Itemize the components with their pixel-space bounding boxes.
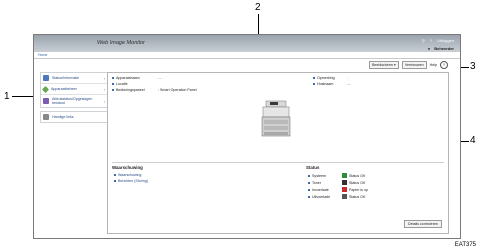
search-icon[interactable]: ⚲ (422, 38, 425, 43)
callout-4: 4 (470, 135, 476, 146)
section-divider (112, 162, 444, 163)
output-tray-icon (342, 194, 347, 199)
bullet-icon (112, 77, 114, 79)
status-value: Papier is op (349, 187, 368, 192)
status-label: Uitvoerlade (312, 194, 331, 199)
status-row-input-tray: Invoerlade Papier is op (308, 187, 368, 192)
app-title: Web Image Monitor (97, 40, 145, 46)
bullet-icon (308, 174, 310, 177)
bullet-icon (313, 83, 315, 85)
callout-2: 2 (255, 2, 261, 13)
comment-row: Opmerking : (313, 76, 348, 80)
status-row-output-tray: Uitvoerlade Status OK (308, 194, 365, 199)
message-item[interactable]: Waarschuwing (114, 173, 141, 177)
user-label: Beheerder (434, 46, 454, 51)
web-image-monitor-screen: Web Image Monitor ⚲ ? Uitloggen ● Beheer… (33, 34, 461, 239)
bullet-icon (114, 174, 116, 176)
message-item[interactable]: Berichten (Storing) (114, 179, 148, 183)
callout-1-line (12, 96, 34, 97)
hostname-row: Hostnaam — (313, 82, 351, 86)
bullet-icon (114, 180, 116, 182)
status-label: Invoerlade (312, 187, 329, 192)
link-icon (43, 114, 49, 120)
check-details-button[interactable]: Details controleren (404, 220, 442, 228)
header-bar: Web Image Monitor ⚲ ? Uitloggen ● Beheer… (34, 35, 460, 52)
callout-2-line (258, 14, 259, 34)
status-label: Toner (312, 180, 321, 185)
figure-code: EAT375 (454, 242, 476, 248)
sidebar-menu: Status/Informatie › Apparaatbeheer › Afd… (40, 72, 108, 108)
bullet-icon (308, 195, 310, 198)
status-value: Status OK (349, 194, 366, 199)
sidebar-item-status[interactable]: Status/Informatie › (41, 73, 107, 84)
job-icon (43, 98, 49, 104)
sidebar: Status/Informatie › Apparaatbeheer › Afd… (40, 72, 108, 123)
control-panel-row: Bedieningspaneel : Smart Operation Panel (112, 88, 197, 92)
user-icon: ● (427, 46, 431, 51)
bullet-icon (313, 77, 315, 79)
sidebar-item-useful-links[interactable]: Handige links (40, 111, 108, 123)
printer-image (261, 100, 291, 137)
header-divider (34, 58, 460, 59)
control-panel-label: Bedieningspaneel (116, 88, 145, 92)
chevron-right-icon: › (103, 86, 105, 92)
bullet-icon (112, 89, 114, 91)
sidebar-item-label: Apparaatbeheer (51, 87, 77, 91)
device-status-panel: Apparaatnaam — Locatie Bedieningspaneel … (107, 72, 449, 234)
control-panel-value: : Smart Operation Panel (158, 88, 197, 92)
status-value: Status OK (349, 180, 366, 185)
comment-label: Opmerking (317, 76, 335, 80)
callout-1: 1 (4, 91, 10, 102)
sidebar-item-label: Handige links (52, 115, 74, 119)
device-name-value: — (158, 76, 162, 80)
help-link-toolbar[interactable]: Help (430, 63, 437, 67)
device-name-label: Apparaatnaam (116, 76, 140, 80)
logout-link[interactable]: Uitloggen (437, 38, 454, 43)
sidebar-item-print-jobs[interactable]: Afdrukstatus/Opgeslagen bestand › (41, 95, 107, 107)
bullet-icon (112, 83, 114, 85)
view-select-value: Beeldscherm (372, 63, 393, 67)
status-title: Status (306, 165, 320, 170)
messages-title: Waarschuwing (112, 165, 143, 170)
location-row: Locatie (112, 82, 158, 86)
help-link[interactable]: ? (430, 38, 432, 43)
sidebar-item-label: Status/Informatie (52, 76, 80, 80)
toner-icon (342, 180, 347, 185)
comment-value: : (347, 76, 348, 80)
status-label: Systeem (312, 173, 326, 178)
toolbar: Beeldscherm ▾ Vernieuwen Help ? (369, 61, 448, 69)
info-icon (43, 75, 49, 81)
device-name-row: Apparaatnaam — (112, 76, 162, 80)
refresh-button[interactable]: Vernieuwen (401, 61, 427, 69)
bullet-icon (308, 181, 310, 184)
status-row-system: Systeem Status OK (308, 173, 365, 178)
location-label: Locatie (116, 82, 128, 86)
sidebar-item-device-management[interactable]: Apparaatbeheer › (41, 84, 107, 95)
header-user-row: ● Beheerder (428, 46, 454, 51)
status-ok-icon (342, 173, 347, 178)
help-icon[interactable]: ? (440, 61, 448, 69)
hostname-value: — (347, 82, 351, 86)
callout-3: 3 (470, 61, 476, 72)
message-item-label: Berichten (Storing) (118, 179, 148, 183)
paper-out-icon (342, 187, 347, 192)
breadcrumb[interactable]: Home (38, 53, 47, 57)
bullet-icon (308, 188, 310, 191)
hostname-label: Hostnaam (317, 82, 334, 86)
status-value: Status OK (349, 173, 366, 178)
chevron-right-icon: › (103, 75, 105, 81)
sidebar-item-label: Afdrukstatus/Opgeslagen bestand (52, 97, 93, 105)
message-item-label: Waarschuwing (118, 173, 142, 177)
header-utilities: ⚲ ? Uitloggen (422, 38, 454, 43)
device-icon (41, 85, 50, 93)
status-row-toner: Toner Status OK (308, 180, 365, 185)
view-select[interactable]: Beeldscherm ▾ (369, 61, 399, 69)
chevron-right-icon: › (103, 98, 105, 104)
